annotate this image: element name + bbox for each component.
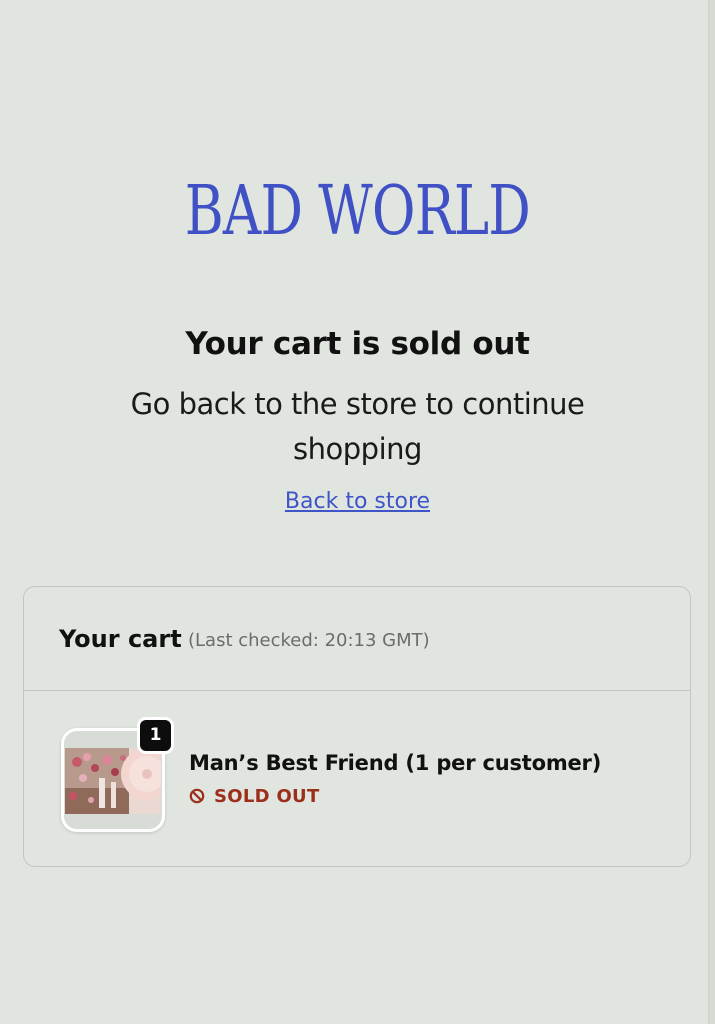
status-message: Go back to the store to continue shoppin… bbox=[130, 387, 585, 466]
brand-logo[interactable]: BAD WORLD bbox=[79, 172, 637, 252]
page-title: Your cart is sold out bbox=[185, 326, 530, 362]
cart-title: Your cart bbox=[59, 625, 182, 653]
last-checked-timestamp: (Last checked: 20:13 GMT) bbox=[188, 630, 430, 651]
product-name: Man’s Best Friend (1 per customer) bbox=[189, 751, 602, 775]
sold-out-label: SOLD OUT bbox=[214, 785, 320, 807]
quantity-badge: 1 bbox=[137, 717, 174, 754]
cart-summary: Your cart (Last checked: 20:13 GMT) 1 Ma… bbox=[23, 586, 691, 867]
ban-icon bbox=[189, 788, 205, 804]
cart-header: Your cart (Last checked: 20:13 GMT) bbox=[24, 587, 690, 691]
sold-out-status: SOLD OUT bbox=[189, 783, 320, 809]
vinyl-record-with-flowers-photo bbox=[65, 748, 161, 814]
back-to-store-link[interactable]: Back to store bbox=[0, 486, 715, 518]
